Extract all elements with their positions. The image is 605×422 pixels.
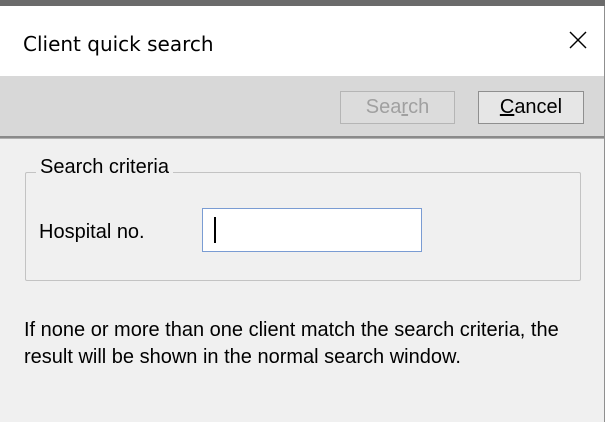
client-quick-search-dialog: Client quick search Search Cancel Search… bbox=[0, 6, 605, 422]
close-button[interactable] bbox=[560, 22, 596, 58]
close-icon bbox=[569, 31, 587, 49]
hospital-no-input[interactable] bbox=[202, 208, 422, 252]
button-toolbar: Search Cancel bbox=[0, 76, 604, 138]
search-button[interactable]: Search bbox=[340, 91, 455, 124]
search-criteria-title: Search criteria bbox=[36, 156, 173, 179]
hospital-no-label: Hospital no. bbox=[39, 221, 145, 243]
text-caret bbox=[214, 217, 216, 243]
cancel-button[interactable]: Cancel bbox=[478, 91, 584, 124]
title-bar[interactable]: Client quick search bbox=[0, 6, 604, 76]
dialog-title: Client quick search bbox=[23, 32, 214, 56]
info-text: If none or more than one client match th… bbox=[24, 319, 559, 368]
cancel-button-label: Cancel bbox=[499, 96, 563, 118]
search-button-label: Search bbox=[365, 96, 430, 118]
toolbar-divider bbox=[0, 138, 604, 139]
